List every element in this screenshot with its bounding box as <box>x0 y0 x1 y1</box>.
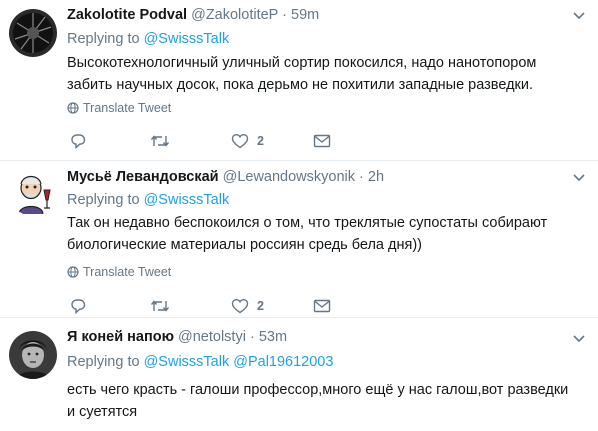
translate-label: Translate Tweet <box>83 265 172 279</box>
tweet-text-line: и суетятся <box>67 404 138 420</box>
reply-icon <box>71 133 86 149</box>
separator: · <box>282 7 287 23</box>
heart-icon <box>231 298 249 314</box>
tweet[interactable]: Zakolotite Podval @ZakolotiteP · 59m Rep… <box>0 0 598 161</box>
tweet-text: есть чего красть - галоши профессор,мног… <box>67 379 587 423</box>
direct-message-icon <box>313 299 331 313</box>
retweet-icon <box>150 135 170 147</box>
mention-link[interactable]: @SwisssTalk <box>144 354 230 370</box>
reply-button[interactable] <box>69 131 87 151</box>
heart-icon <box>231 133 249 149</box>
avatar[interactable] <box>9 9 57 57</box>
timestamp[interactable]: 59m <box>291 7 319 23</box>
timestamp[interactable]: 2h <box>368 169 384 185</box>
mention-link[interactable]: @Pal19612003 <box>233 354 333 370</box>
retweet-button[interactable] <box>149 131 171 151</box>
replying-to-label: Replying to <box>67 354 140 370</box>
tweet-header: Мусьё Левандовскай @Lewandowskyonik · 2h <box>67 169 384 185</box>
translate-tweet-link[interactable]: Translate Tweet <box>67 101 171 115</box>
tweet-text-line: Так он недавно беспокоился о том, что тр… <box>67 215 548 231</box>
reply-button[interactable] <box>69 296 87 316</box>
tweet[interactable]: Я коней напою @netolstyi · 53m Replying … <box>0 317 598 431</box>
mention-link[interactable]: @SwisssTalk <box>144 31 230 47</box>
user-handle[interactable]: @Lewandowskyonik <box>223 169 355 185</box>
tweet-text-line: биологические материалы россиян средь бе… <box>67 237 423 253</box>
like-count: 2 <box>257 299 264 313</box>
avatar[interactable] <box>9 331 57 379</box>
tweet-text-line: Высокотехнологичный уличный сортир покос… <box>67 55 537 71</box>
tweet-header: Zakolotite Podval @ZakolotiteP · 59m <box>67 7 319 23</box>
direct-message-button[interactable] <box>313 296 331 316</box>
replying-to: Replying to @SwisssTalk @Pal19612003 <box>67 354 333 370</box>
display-name[interactable]: Я коней напою <box>67 329 174 345</box>
user-handle[interactable]: @netolstyi <box>178 329 246 345</box>
retweet-icon <box>150 300 170 312</box>
replying-to: Replying to @SwisssTalk <box>67 192 229 208</box>
tweet[interactable]: Мусьё Левандовскай @Lewandowskyonik · 2h… <box>0 160 598 318</box>
direct-message-button[interactable] <box>313 131 331 151</box>
replying-to: Replying to @SwisssTalk <box>67 31 229 47</box>
direct-message-icon <box>313 134 331 148</box>
display-name[interactable]: Мусьё Левандовскай <box>67 169 219 185</box>
translate-tweet-link[interactable]: Translate Tweet <box>67 265 171 279</box>
tweet-text-line: есть чего красть - галоши профессор,мног… <box>67 382 569 398</box>
avatar[interactable] <box>9 168 57 216</box>
tweet-actions: 2 <box>67 131 467 151</box>
user-handle[interactable]: @ZakolotiteP <box>191 7 278 23</box>
like-button[interactable]: 2 <box>231 296 264 316</box>
like-count: 2 <box>257 134 264 148</box>
separator: · <box>249 329 255 345</box>
tweet-actions: 2 <box>67 296 467 316</box>
globe-icon <box>67 266 79 278</box>
reply-icon <box>71 298 86 314</box>
tweet-text: Так он недавно беспокоился о том, что тр… <box>67 212 587 256</box>
tweet-text: Высокотехнологичный уличный сортир покос… <box>67 52 587 96</box>
display-name[interactable]: Zakolotite Podval <box>67 7 187 23</box>
replying-to-label: Replying to <box>67 31 140 47</box>
mention-link[interactable]: @SwisssTalk <box>144 192 230 208</box>
retweet-button[interactable] <box>149 296 171 316</box>
chevron-down-icon[interactable] <box>573 335 585 343</box>
translate-label: Translate Tweet <box>83 101 172 115</box>
chevron-down-icon[interactable] <box>573 174 585 182</box>
tweet-text-line: забить научных досок, пока дерьмо не пох… <box>67 77 534 93</box>
timestamp[interactable]: 53m <box>259 329 287 345</box>
like-button[interactable]: 2 <box>231 131 264 151</box>
chevron-down-icon[interactable] <box>573 12 585 20</box>
tweet-header: Я коней напою @netolstyi · 53m <box>67 329 287 345</box>
separator: · <box>359 169 364 185</box>
globe-icon <box>67 102 79 114</box>
replying-to-label: Replying to <box>67 192 140 208</box>
